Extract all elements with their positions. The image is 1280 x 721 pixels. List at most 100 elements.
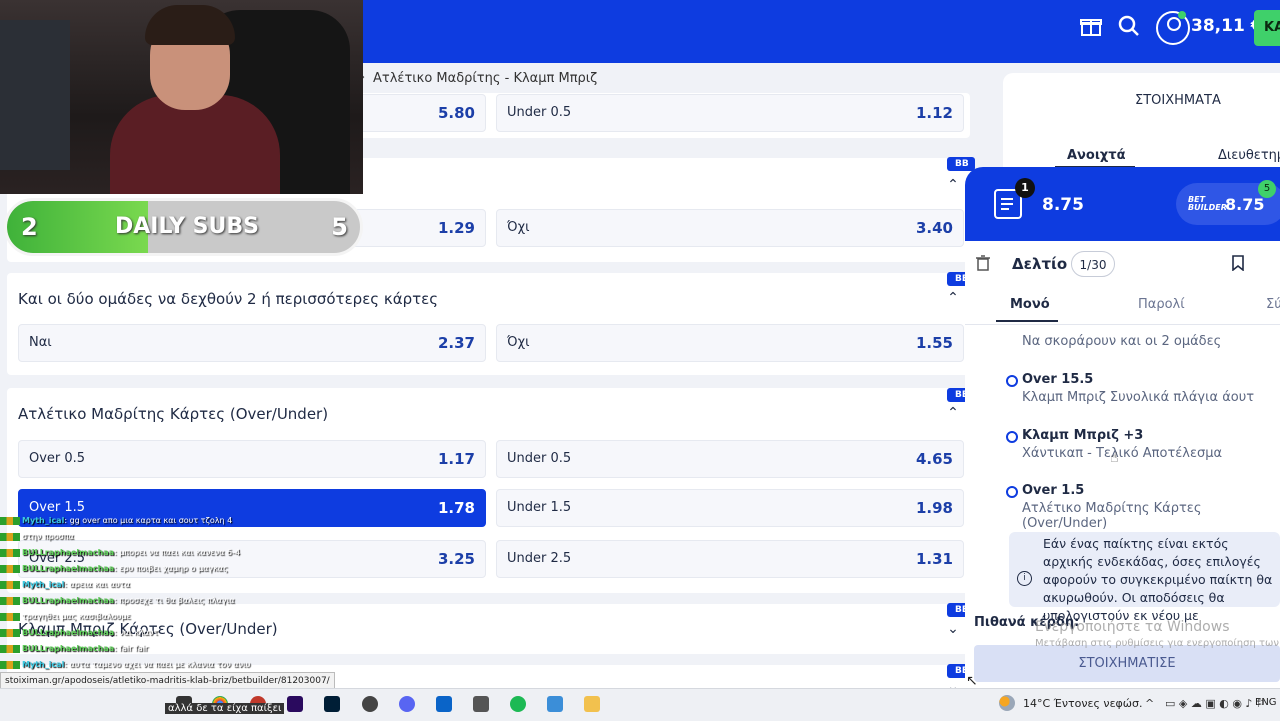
language-indicator[interactable]: ENG <box>1255 697 1277 708</box>
spotify-icon[interactable] <box>510 696 526 712</box>
chat-username: BULLraphaelmachaa <box>22 644 115 653</box>
odd-button[interactable]: Under 0.5 4.65 <box>496 440 964 478</box>
chevron-up-icon[interactable]: ⌃ <box>946 406 960 420</box>
bet-builder-count-badge: 5 <box>1258 180 1276 198</box>
betslip-count-badge: 1 <box>1015 178 1035 198</box>
odd-button[interactable]: Όχι 1.55 <box>496 324 964 362</box>
selection-dot-icon <box>1006 375 1018 387</box>
chevron-up-icon[interactable]: ^ <box>1145 697 1154 710</box>
selection-title: Κλαμπ Μπριζ +3 <box>1022 428 1144 443</box>
breadcrumb[interactable]: Ατλέτικο Μαδρίτης - Κλαμπ Μπριζ <box>373 71 597 86</box>
chevron-up-icon[interactable]: ⌃ <box>946 291 960 305</box>
market-title: Και οι δύο ομάδες να δεχθούν 2 ή περισσό… <box>18 290 439 308</box>
chat-badges-icon <box>0 596 20 605</box>
chat-line: BULLraphaelmachaa: προσεχε τι θα βαλεις … <box>0 593 330 609</box>
chevron-down-icon[interactable]: ⌄ <box>946 622 960 636</box>
chat-username: Myth_ical <box>22 580 65 589</box>
odd-label: Όχι <box>507 335 530 350</box>
tab-open-bets[interactable]: Ανοιχτά <box>1067 148 1126 163</box>
odd-button[interactable]: Ναι 2.37 <box>18 324 486 362</box>
odd-label: Over 0.5 <box>29 451 86 466</box>
weather-text[interactable]: 14°C Έντονες νεφώσ. <box>1023 697 1142 710</box>
chat-message: : προσεχε τι θα βαλεις πλαγια <box>114 596 235 605</box>
odd-label: Ναι <box>29 335 52 350</box>
chat-line: BULLraphaelmachaa: ερυ ποιβει χαμηρ ο μα… <box>0 561 330 577</box>
weather-icon[interactable] <box>999 695 1015 711</box>
chat-message: : ερυ ποιβει χαμηρ ο μαγκας <box>114 564 228 573</box>
mouse-cursor-icon: ↖ <box>966 673 978 689</box>
bets-panel-title: ΣΤΟΙΧΗΜΑΤΑ <box>1135 93 1221 108</box>
selection-market: Χάντικαπ - Τελικό Αποτέλεσμα <box>1022 446 1223 461</box>
deposit-button[interactable]: ΚΑ <box>1254 10 1280 46</box>
odd-value: 2.37 <box>437 334 475 352</box>
app-icon-2[interactable] <box>473 696 489 712</box>
odd-label: Under 0.5 <box>507 105 572 120</box>
chat-badges-icon <box>0 628 20 637</box>
chat-line: BULLraphaelmachaa: μπορει να παει και κα… <box>0 545 330 561</box>
tab-active-underline <box>996 320 1058 322</box>
tray-icons[interactable]: ▭ ◈ ☁ ▣ ◐ ◉ ♪ ⚐ <box>1165 697 1266 710</box>
odd-value: 1.31 <box>915 550 953 568</box>
chat-message: : αυτα ταμενο αχει να παει με κλανια τον… <box>64 660 251 669</box>
tab-settled-bets[interactable]: Διευθετημ <box>1218 148 1280 163</box>
mail-icon[interactable] <box>436 696 452 712</box>
chat-username: BULLraphaelmachaa <box>22 564 115 573</box>
odd-label: Under 1.5 <box>507 500 572 515</box>
odd-label: Όχι <box>507 220 530 235</box>
odd-button[interactable]: Όχι 3.40 <box>496 209 964 247</box>
subs-label: DAILY SUBS <box>115 214 259 239</box>
gift-icon[interactable] <box>1076 14 1106 44</box>
chat-username: Myth_ical <box>22 660 65 669</box>
subs-goal: 5 <box>331 213 348 241</box>
account-balance[interactable]: 38,11 € <box>1191 16 1263 36</box>
odd-button[interactable]: Under 1.5 1.98 <box>496 489 964 527</box>
bet-builder-logo: BET BUILDER <box>1188 196 1227 212</box>
bookmark-icon[interactable] <box>1231 255 1245 272</box>
odd-value: 1.29 <box>437 219 475 237</box>
subs-current: 2 <box>21 213 38 241</box>
odd-button[interactable]: Over 0.5 1.17 <box>18 440 486 478</box>
chat-message: : αρεια και αυτα <box>64 580 130 589</box>
tab-single[interactable]: Μονό <box>1010 297 1050 312</box>
chat-message: στην προσπα <box>22 532 74 541</box>
chevron-up-icon[interactable]: ⌃ <box>946 178 960 192</box>
search-icon[interactable] <box>1114 14 1144 44</box>
webcam-background <box>0 20 70 170</box>
trash-icon[interactable] <box>976 255 990 271</box>
webcam-streamer-hair <box>145 5 235 45</box>
tab-accumulator[interactable]: Παρολί <box>1138 297 1185 312</box>
odd-button[interactable]: Under 2.5 1.31 <box>496 540 964 578</box>
daily-subs-goal-bar: 2 DAILY SUBS 5 <box>4 198 363 256</box>
chat-username: BULLraphaelmachaa <box>22 628 115 637</box>
chat-message: : μπορει να παει και κανενα 6-4 <box>114 548 241 557</box>
app-icon-3[interactable] <box>547 696 563 712</box>
photoshop-icon[interactable] <box>324 696 340 712</box>
chat-message: τραγηθει μας κασιβαλουμε <box>22 612 131 621</box>
odd-button[interactable]: Under 0.5 1.12 <box>496 94 964 132</box>
odd-value: 5.80 <box>437 104 475 122</box>
tab-system[interactable]: Σύ <box>1266 297 1280 312</box>
betslip-title: Δελτίο <box>1012 255 1068 273</box>
bet-builder-badge: BB <box>947 157 975 171</box>
place-bet-button[interactable]: ΣΤΟΙΧΗΜΑΤΙΣΕ <box>974 645 1280 682</box>
chat-line: τραγηθει μας κασιβαλουμε <box>0 609 330 625</box>
odd-value: 3.40 <box>915 219 953 237</box>
webcam-overlay <box>0 0 363 194</box>
odd-value: 3.25 <box>437 550 475 568</box>
info-notice-text: Εάν ένας παίκτης είναι εκτός αρχικής ενδ… <box>1043 536 1273 623</box>
chat-line: στην προσπα <box>0 529 330 545</box>
chat-badges-icon <box>0 548 20 557</box>
info-icon: i <box>1017 571 1032 586</box>
discord-icon[interactable] <box>399 696 415 712</box>
chat-badges-icon <box>0 532 20 541</box>
bb-logo-line2: BUILDER <box>1188 203 1227 212</box>
chat-line: BULLraphaelmachaa: fair fair <box>0 641 330 657</box>
file-explorer-icon[interactable] <box>584 696 600 712</box>
odd-value: 1.98 <box>915 499 953 517</box>
app-icon[interactable] <box>362 696 378 712</box>
chat-badges-icon <box>0 612 20 621</box>
windows-activation-watermark: Ενεργοποιήστε τα Windows <box>1035 619 1230 635</box>
odd-label: Under 2.5 <box>507 551 572 566</box>
premiere-icon[interactable] <box>287 696 303 712</box>
selection-dot-icon <box>1006 431 1018 443</box>
